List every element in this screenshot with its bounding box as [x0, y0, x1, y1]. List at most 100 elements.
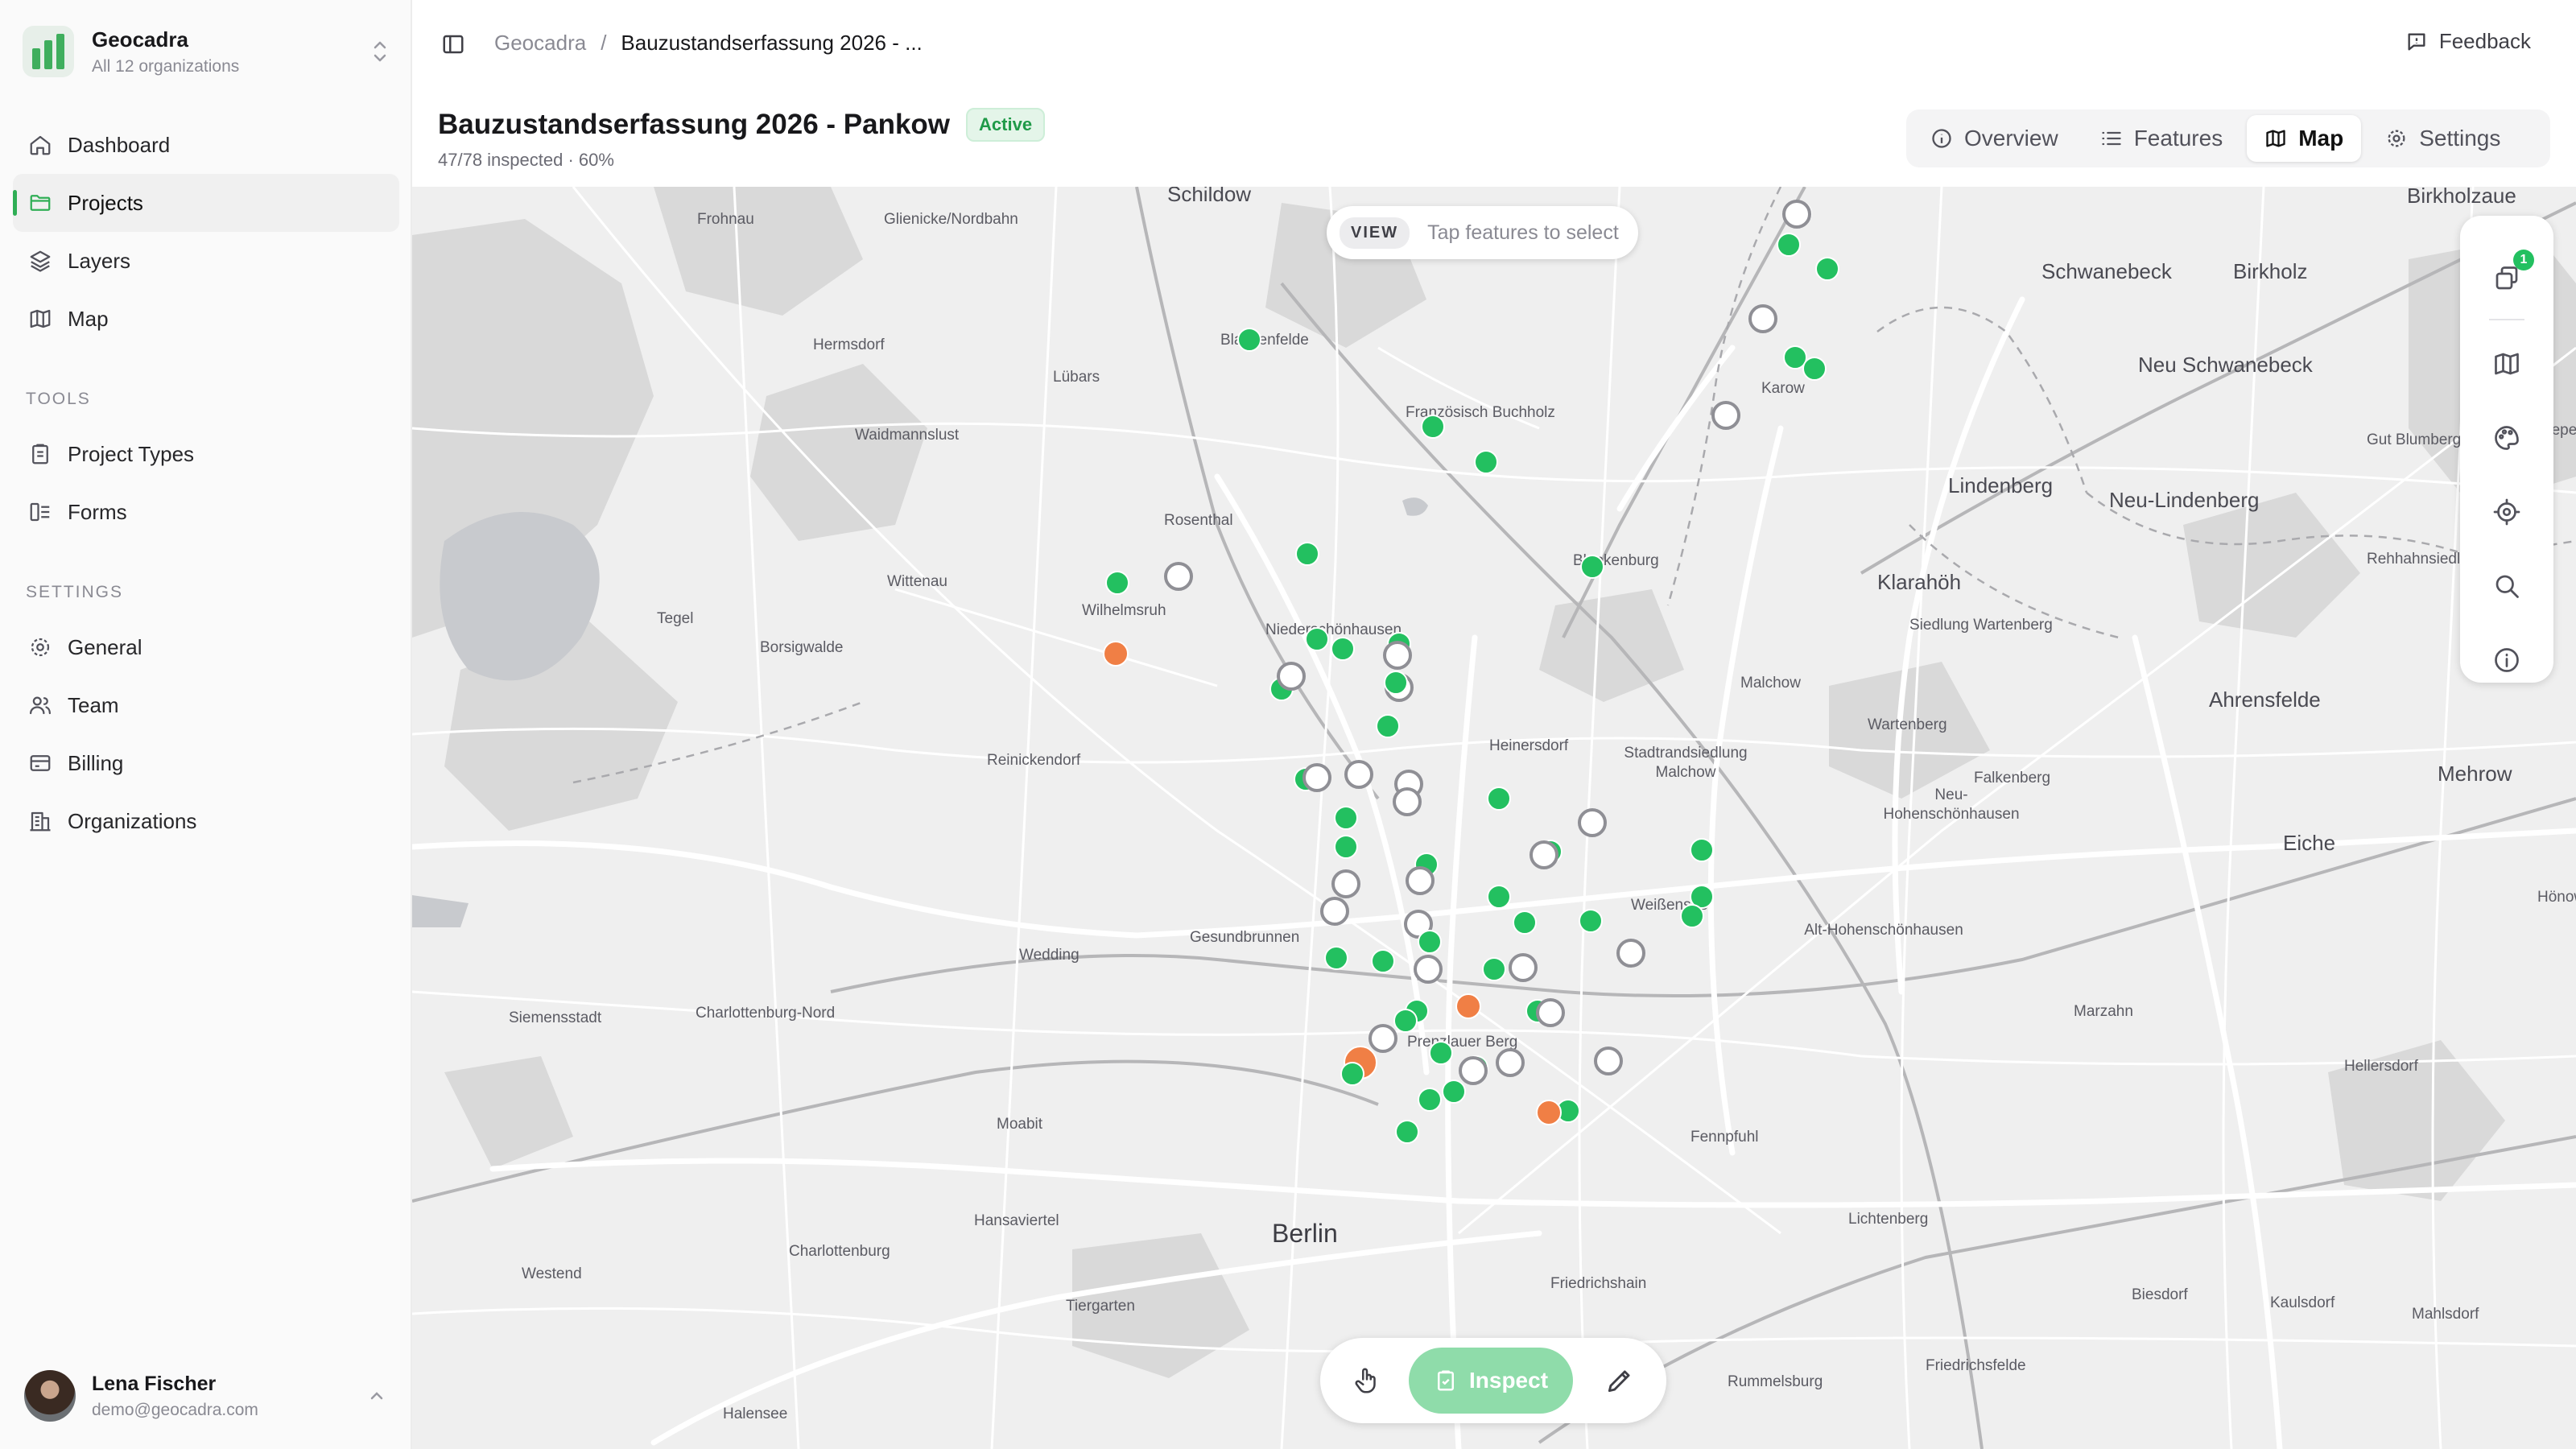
- feature-pin-todo[interactable]: [1320, 897, 1349, 926]
- user-name: Lena Fischer: [92, 1372, 217, 1395]
- feature-pin-done[interactable]: [1105, 571, 1129, 595]
- feature-pin-done[interactable]: [1442, 1080, 1466, 1104]
- feature-pin-done[interactable]: [1487, 885, 1511, 909]
- feature-pin-todo[interactable]: [1509, 953, 1538, 982]
- nav-item-layers[interactable]: Layers: [13, 232, 399, 290]
- nav-item-organizations[interactable]: Organizations: [13, 792, 399, 850]
- org-switcher[interactable]: Geocadra All 12 organizations: [23, 23, 390, 80]
- feature-pin-done[interactable]: [1334, 806, 1358, 830]
- nav-item-forms[interactable]: Forms: [13, 483, 399, 541]
- org-name: Geocadra: [92, 27, 188, 52]
- feature-pin-todo[interactable]: [1164, 562, 1193, 591]
- feature-pin-done[interactable]: [1474, 450, 1498, 474]
- feature-pin-issue[interactable]: [1536, 1100, 1562, 1125]
- feature-pin-todo[interactable]: [1393, 787, 1422, 816]
- nav-item-projects[interactable]: Projects: [13, 174, 399, 232]
- feature-pin-todo[interactable]: [1414, 955, 1443, 984]
- feature-pin-done[interactable]: [1331, 637, 1355, 661]
- feature-pin-done[interactable]: [1305, 627, 1329, 651]
- nav-item-general[interactable]: General: [13, 618, 399, 676]
- feature-pin-todo[interactable]: [1331, 869, 1360, 898]
- palette-icon: [2495, 426, 2519, 450]
- feature-pin-done[interactable]: [1680, 904, 1704, 928]
- feature-pin-issue[interactable]: [1103, 641, 1129, 667]
- nav-item-project-types[interactable]: Project Types: [13, 425, 399, 483]
- top-bar: Geocadra / Bauzustandserfassung 2026 - .…: [412, 0, 2576, 89]
- inspect-button[interactable]: Inspect: [1409, 1348, 1573, 1414]
- feature-pin-done[interactable]: [1418, 930, 1442, 954]
- feature-pin-todo[interactable]: [1748, 304, 1777, 333]
- feature-pin-done[interactable]: [1393, 1009, 1418, 1033]
- user-menu[interactable]: Lena Fischer demo@geocadra.com: [24, 1367, 386, 1425]
- feature-pin-done[interactable]: [1777, 233, 1801, 257]
- feature-pin-todo[interactable]: [1711, 401, 1740, 430]
- info-icon: [1932, 129, 1951, 148]
- feature-pin-done[interactable]: [1487, 786, 1511, 811]
- feature-pin-todo[interactable]: [1496, 1048, 1525, 1077]
- feature-pin-todo[interactable]: [1530, 840, 1558, 869]
- breadcrumb-root[interactable]: Geocadra: [494, 31, 586, 56]
- search-button[interactable]: [2486, 565, 2528, 607]
- nav-item-dashboard[interactable]: Dashboard: [13, 116, 399, 174]
- pan-tool-button[interactable]: [1346, 1360, 1388, 1402]
- nav-item-billing[interactable]: Billing: [13, 734, 399, 792]
- feature-pin-todo[interactable]: [1368, 1024, 1397, 1053]
- tab-settings[interactable]: Settings: [2368, 115, 2518, 162]
- feature-pin-issue[interactable]: [1455, 993, 1481, 1019]
- gear-icon: [27, 634, 53, 660]
- nav-item-map[interactable]: Map: [13, 290, 399, 348]
- chevron-up-down-icon: [374, 41, 386, 62]
- feature-pin-done[interactable]: [1513, 910, 1537, 935]
- layers-toggle-button[interactable]: 1: [2486, 250, 2534, 299]
- nav-item-team[interactable]: Team: [13, 676, 399, 734]
- feature-pin-todo[interactable]: [1578, 808, 1607, 837]
- feature-pin-todo[interactable]: [1302, 763, 1331, 792]
- feature-pin-done[interactable]: [1376, 714, 1400, 738]
- feature-pin-done[interactable]: [1395, 1120, 1419, 1144]
- layer-count-badge: 1: [2513, 250, 2534, 270]
- feature-pin-done[interactable]: [1295, 542, 1319, 566]
- project-tabs: Overview Features Map Settings: [1906, 109, 2550, 167]
- feature-pin-done[interactable]: [1482, 957, 1506, 981]
- team-icon: [27, 692, 53, 718]
- feature-pin-done[interactable]: [1371, 949, 1395, 973]
- feature-pin-done[interactable]: [1418, 1088, 1442, 1112]
- feature-pin-done[interactable]: [1384, 671, 1408, 695]
- folder-icon: [27, 190, 53, 216]
- feedback-button[interactable]: Feedback: [2405, 29, 2531, 54]
- feature-pin-todo[interactable]: [1406, 866, 1435, 895]
- feature-pin-todo[interactable]: [1594, 1046, 1623, 1075]
- basemap-button[interactable]: [2486, 343, 2528, 385]
- locate-button[interactable]: [2486, 491, 2528, 533]
- place-label: Tegel: [657, 610, 694, 627]
- place-label: Hellersdorf: [2344, 1058, 2418, 1075]
- map-canvas[interactable]: Schildow Frohnau Glienicke/Nordbahn Herm…: [412, 187, 2576, 1449]
- feature-pin-done[interactable]: [1340, 1062, 1364, 1086]
- feature-pin-done[interactable]: [1421, 415, 1445, 439]
- edit-tool-button[interactable]: [1599, 1360, 1641, 1402]
- feature-pin-todo[interactable]: [1383, 641, 1412, 670]
- tab-map[interactable]: Map: [2247, 115, 2362, 162]
- feature-pin-done[interactable]: [1580, 555, 1604, 579]
- feature-pin-todo[interactable]: [1536, 998, 1565, 1027]
- feature-pin-done[interactable]: [1579, 909, 1603, 933]
- sidebar-toggle-icon[interactable]: [441, 32, 465, 56]
- style-button[interactable]: [2486, 417, 2528, 459]
- feature-pin-todo[interactable]: [1344, 760, 1373, 789]
- info-button[interactable]: [2486, 639, 2528, 681]
- place-label: Klarahöh: [1877, 570, 1962, 594]
- feature-pin-done[interactable]: [1429, 1041, 1453, 1065]
- feature-pin-todo[interactable]: [1782, 200, 1811, 229]
- feature-pin-todo[interactable]: [1616, 939, 1645, 968]
- tab-overview[interactable]: Overview: [1913, 115, 2076, 162]
- feature-pin-done[interactable]: [1237, 328, 1261, 352]
- place-label: Frohnau: [697, 211, 754, 228]
- feature-pin-done[interactable]: [1690, 838, 1714, 862]
- feature-pin-todo[interactable]: [1459, 1056, 1488, 1085]
- feature-pin-done[interactable]: [1334, 835, 1358, 859]
- feature-pin-done[interactable]: [1324, 946, 1348, 970]
- feature-pin-done[interactable]: [1815, 257, 1839, 281]
- feature-pin-todo[interactable]: [1277, 662, 1306, 691]
- tab-features[interactable]: Features: [2083, 115, 2241, 162]
- feature-pin-done[interactable]: [1802, 357, 1827, 381]
